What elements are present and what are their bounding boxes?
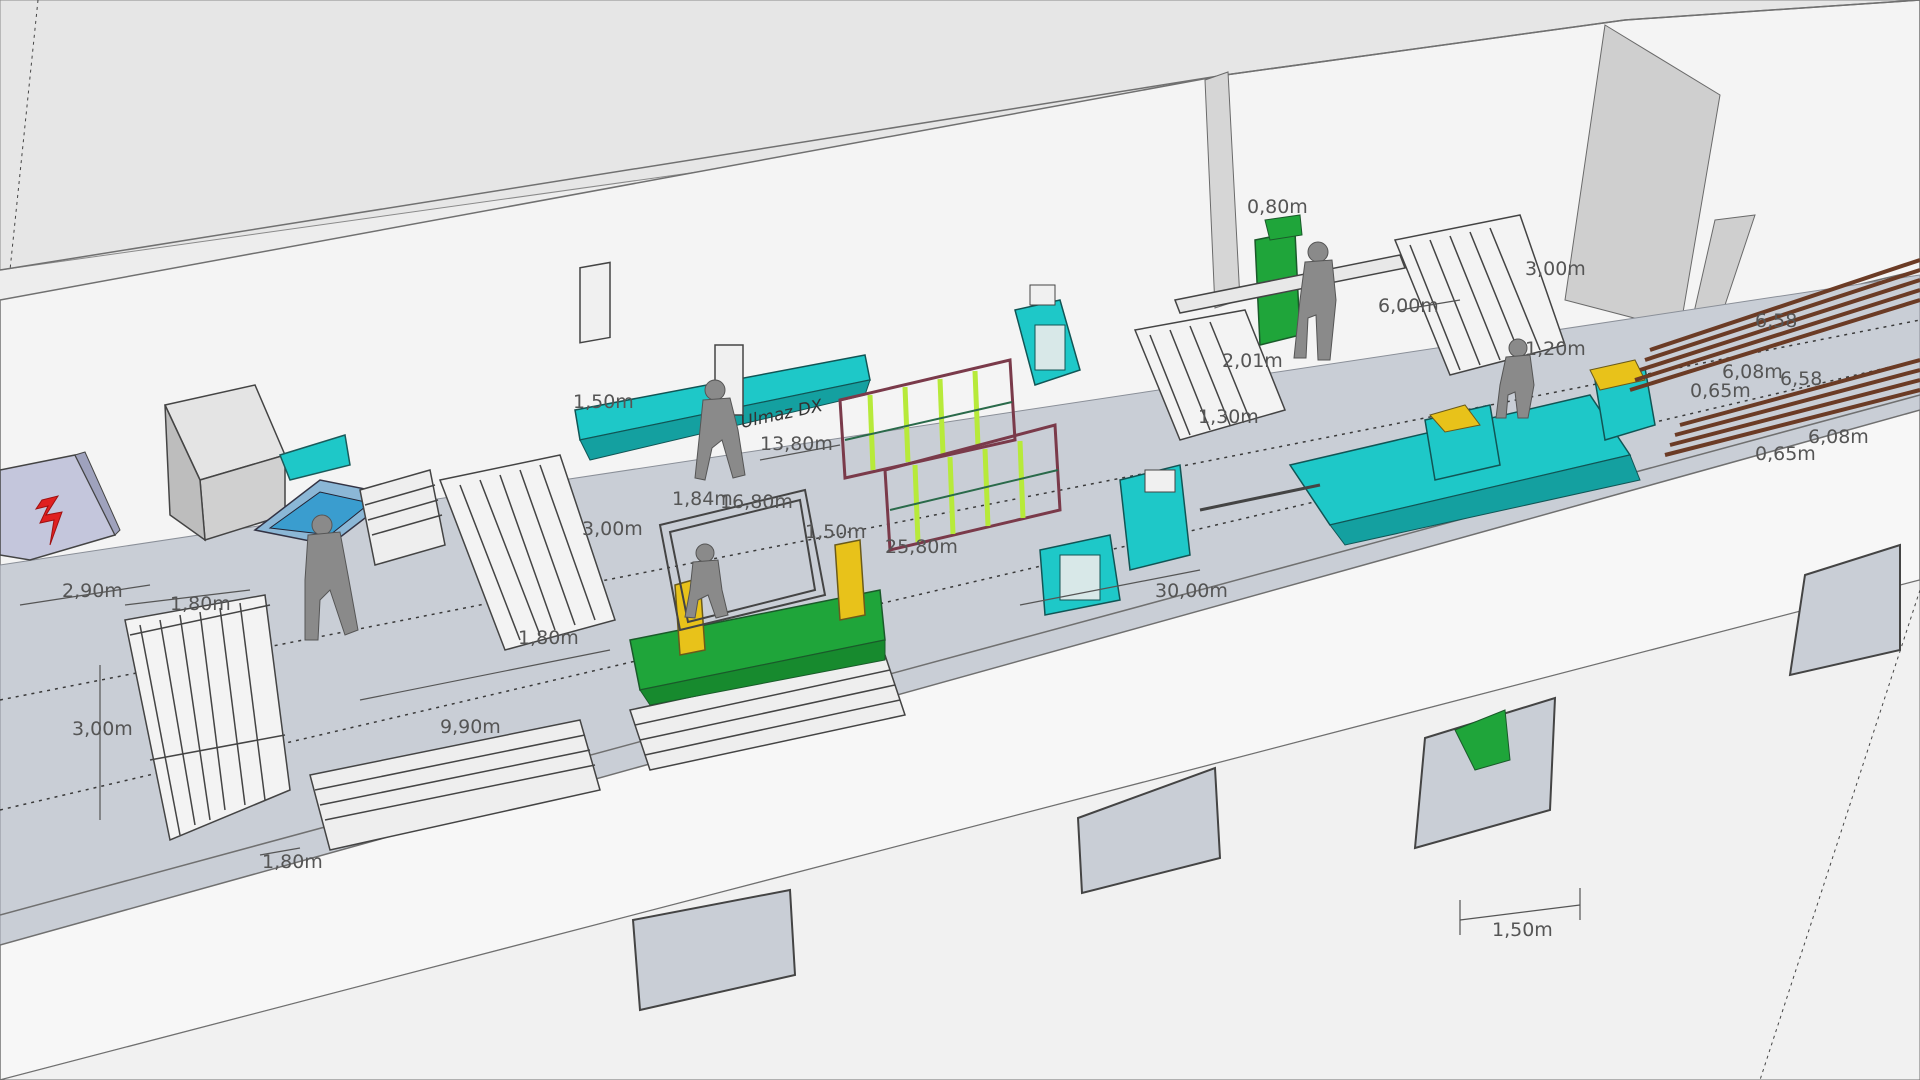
dim-label-25-80: 25,80m xyxy=(885,536,958,558)
dim-label-2-90: 2,90m xyxy=(62,580,123,602)
dim-label-1-80-c: 1,80m xyxy=(518,627,579,649)
dim-label-1-30: 1,30m xyxy=(1198,406,1259,428)
dim-label-1-80-b: 1,80m xyxy=(262,851,323,873)
control-cabinet-mid xyxy=(1119,464,1191,571)
dim-label-9-90: 9,90m xyxy=(440,716,501,738)
building-shell xyxy=(0,0,1920,1080)
dim-label-6-58-a: 6,58 xyxy=(1755,310,1797,332)
dim-label-1-50-c: 1,50m xyxy=(1492,919,1553,941)
dim-label-6-08-b: 6,08m xyxy=(1808,426,1869,448)
factory-layout-scene: Ulmaz DX 2,90m 1,80m 3,00m 1,80m 9,90m 1… xyxy=(0,0,1920,1080)
dim-label-6-00: 6,00m xyxy=(1378,295,1439,317)
dim-label-2-01: 2,01m xyxy=(1222,350,1283,372)
dim-label-30-00: 30,00m xyxy=(1155,580,1228,602)
dim-label-1-20: 1,20m xyxy=(1525,338,1586,360)
dim-label-1-80-a: 1,80m xyxy=(170,593,231,615)
control-cabinet-lower xyxy=(1039,534,1121,616)
dim-label-0-80: 0,80m xyxy=(1247,196,1308,218)
dim-label-16-80: 16,80m xyxy=(720,491,793,513)
dim-label-0-65-b: 0,65m xyxy=(1755,443,1816,465)
dim-label-6-58-b: 6,58 xyxy=(1780,368,1822,390)
dim-label-3-00-c: 3,00m xyxy=(1525,258,1586,280)
dim-label-13-80: 13,80m xyxy=(760,433,833,455)
dim-label-0-65-a: 0,65m xyxy=(1690,380,1751,402)
dim-label-1-50-b: 1,50m xyxy=(805,521,866,543)
dim-label-1-50-a: 1,50m xyxy=(573,391,634,413)
dim-label-3-00-a: 3,00m xyxy=(72,718,133,740)
dim-label-3-00-b: 3,00m xyxy=(582,518,643,540)
